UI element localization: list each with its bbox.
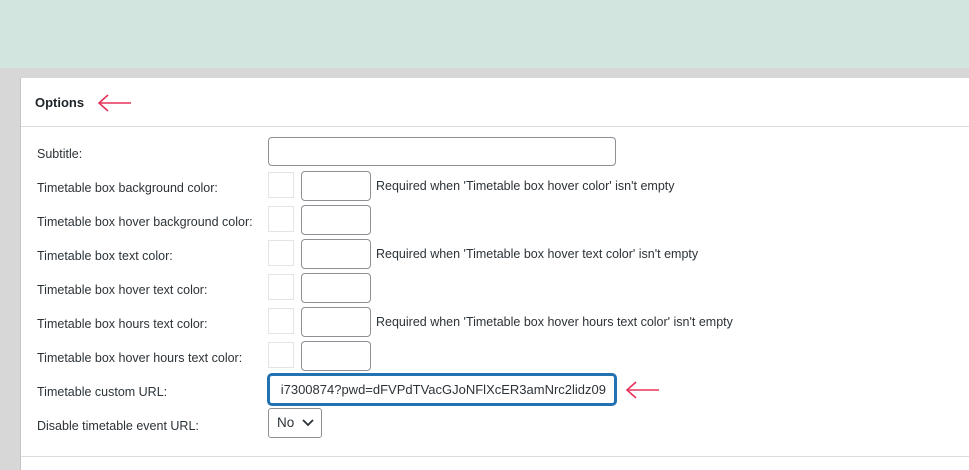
- box-hover-hours-text-color-swatch[interactable]: [268, 342, 294, 368]
- custom-url-input[interactable]: i7300874?pwd=dFVPdTVacGJoNFlXcER3amNrc2l…: [268, 374, 616, 405]
- row-box-hover-hours-text-color: Timetable box hover hours text color:: [21, 341, 969, 375]
- disable-event-url-selected: No: [277, 415, 295, 430]
- subtitle-input[interactable]: [268, 137, 616, 166]
- row-box-hours-text-color: Timetable box hours text color: Required…: [21, 307, 969, 341]
- left-gutter: [0, 68, 20, 470]
- box-hours-text-color-hint: Required when 'Timetable box hover hours…: [376, 315, 733, 329]
- box-hover-bg-color-label: Timetable box hover background color:: [37, 215, 253, 229]
- row-box-hover-bg-color: Timetable box hover background color:: [21, 205, 969, 239]
- row-custom-url: Timetable custom URL: i7300874?pwd=dFVPd…: [21, 374, 969, 408]
- panel-divider: [21, 456, 969, 457]
- box-bg-color-input[interactable]: [301, 171, 371, 201]
- box-hours-text-color-label: Timetable box hours text color:: [37, 317, 208, 331]
- box-text-color-hint: Required when 'Timetable box hover text …: [376, 247, 699, 261]
- box-hover-bg-color-swatch[interactable]: [268, 206, 294, 232]
- box-hover-hours-text-color-label: Timetable box hover hours text color:: [37, 351, 243, 365]
- box-text-color-input[interactable]: [301, 239, 371, 269]
- disable-event-url-select[interactable]: No: [268, 408, 322, 438]
- separator-band: [0, 68, 969, 78]
- row-disable-event-url: Disable timetable event URL: No: [21, 408, 969, 442]
- box-text-color-swatch[interactable]: [268, 240, 294, 266]
- box-hover-hours-text-color-input[interactable]: [301, 341, 371, 371]
- box-hover-text-color-input[interactable]: [301, 273, 371, 303]
- disable-event-url-label: Disable timetable event URL:: [37, 419, 199, 433]
- chevron-down-icon: [302, 419, 314, 427]
- options-panel: Options Subtitle: Timetable box backgrou…: [20, 78, 969, 470]
- panel-title: Options: [35, 95, 85, 110]
- custom-url-value: i7300874?pwd=dFVPdTVacGJoNFlXcER3amNrc2l…: [280, 382, 606, 397]
- box-bg-color-swatch[interactable]: [268, 172, 294, 198]
- box-bg-color-label: Timetable box background color:: [37, 181, 218, 195]
- box-text-color-label: Timetable box text color:: [37, 249, 173, 263]
- box-hover-text-color-label: Timetable box hover text color:: [37, 283, 208, 297]
- box-hover-bg-color-input[interactable]: [301, 205, 371, 235]
- row-box-text-color: Timetable box text color: Required when …: [21, 239, 969, 273]
- box-hover-text-color-swatch[interactable]: [268, 274, 294, 300]
- row-subtitle: Subtitle:: [21, 137, 969, 171]
- panel-header[interactable]: Options: [21, 78, 969, 127]
- box-hours-text-color-swatch[interactable]: [268, 308, 294, 334]
- subtitle-label: Subtitle:: [37, 147, 83, 161]
- box-bg-color-hint: Required when 'Timetable box hover color…: [376, 179, 675, 193]
- box-hours-text-color-input[interactable]: [301, 307, 371, 337]
- top-header-band: [0, 0, 969, 68]
- left-arrow-icon: [625, 381, 659, 399]
- custom-url-label: Timetable custom URL:: [37, 385, 168, 399]
- left-arrow-icon: [97, 94, 131, 112]
- row-box-hover-text-color: Timetable box hover text color:: [21, 273, 969, 307]
- row-box-bg-color: Timetable box background color: Required…: [21, 171, 969, 205]
